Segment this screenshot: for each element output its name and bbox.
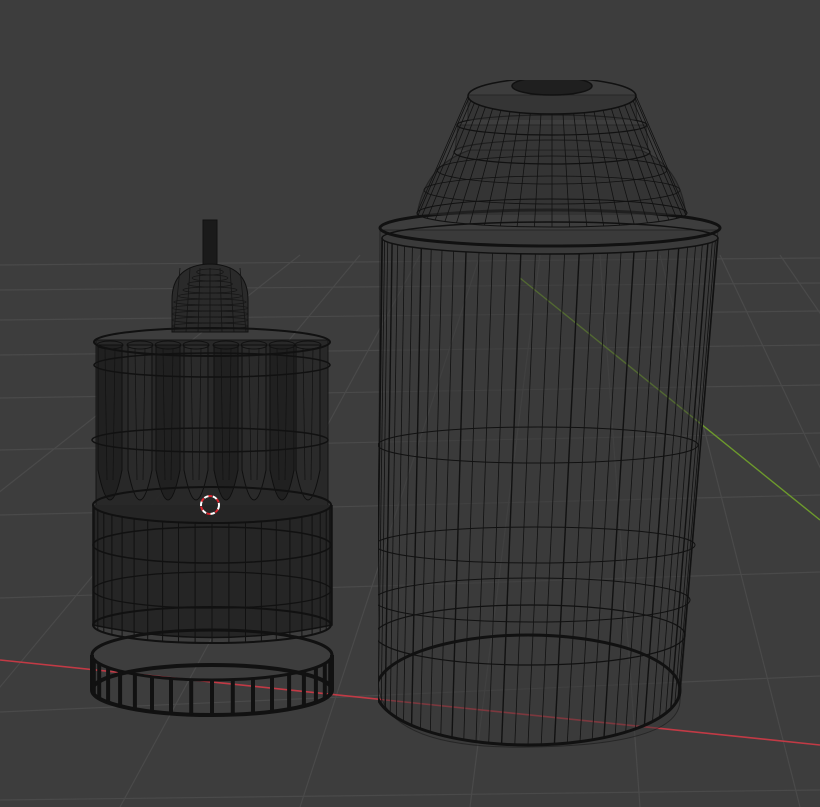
cartridge-tube [182,340,210,501]
cartridge-tube [212,340,240,501]
cartridge-tube [268,340,296,501]
cartridge-tube [240,340,268,501]
spray-can-body[interactable] [374,77,722,748]
cartridge-tube [126,340,154,501]
spray-nozzle-assembly[interactable] [90,219,334,717]
cartridge-tube [294,340,322,501]
viewport-canvas[interactable] [0,0,820,807]
3d-viewport[interactable] [0,0,820,807]
cartridge-tube [96,340,124,501]
cartridge-tube [154,340,182,501]
